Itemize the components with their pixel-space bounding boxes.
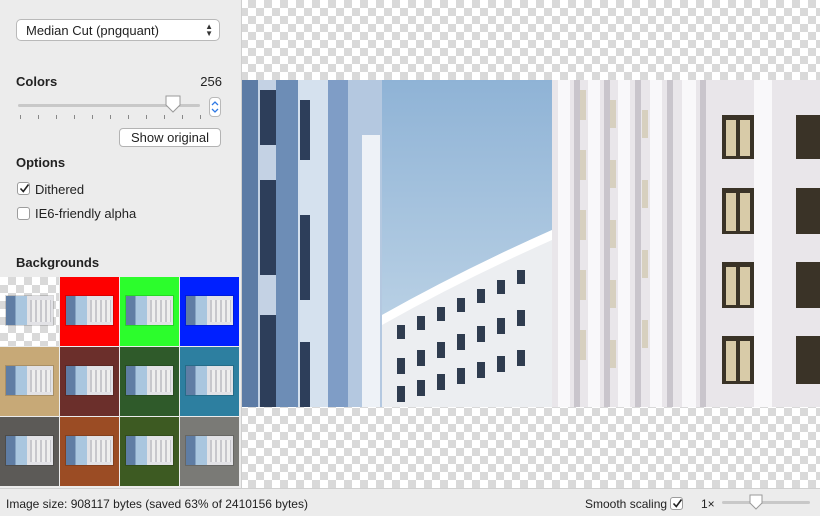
preview-thumbnail xyxy=(6,436,53,465)
colors-heading: Colors xyxy=(16,74,58,89)
preview-thumbnail xyxy=(66,436,113,465)
smooth-scaling-label: Smooth scaling xyxy=(585,497,668,511)
background-swatch-maroon-texture[interactable] xyxy=(60,347,119,416)
background-swatch-gray-pattern[interactable] xyxy=(180,417,239,486)
algorithm-select[interactable]: Median Cut (pngquant) ▲ ▼ xyxy=(16,19,220,41)
colors-slider-knob[interactable] xyxy=(165,95,181,113)
preview-thumbnail xyxy=(126,366,173,395)
background-swatch-checkerboard[interactable] xyxy=(0,277,59,346)
preview-thumbnail xyxy=(186,366,233,395)
image-size-text: Image size: 908117 bytes (saved 63% of 2… xyxy=(6,497,308,511)
ie6-alpha-label: IE6-friendly alpha xyxy=(35,206,137,221)
backgrounds-grid xyxy=(0,277,241,488)
checkmark-icon xyxy=(672,499,683,508)
preview-thumbnail xyxy=(66,366,113,395)
colors-value: 256 xyxy=(200,74,222,89)
preview-thumbnail xyxy=(126,436,173,465)
checkmark-icon xyxy=(19,184,30,193)
zoom-slider-track[interactable] xyxy=(722,501,810,504)
smooth-scaling-checkbox[interactable] xyxy=(670,497,683,510)
colors-stepper[interactable] xyxy=(209,97,221,117)
options-heading: Options xyxy=(16,155,66,170)
preview-thumbnail xyxy=(186,436,233,465)
preview-image xyxy=(242,80,820,407)
preview-thumbnail xyxy=(186,296,233,325)
ie6-alpha-checkbox[interactable] xyxy=(17,207,30,220)
background-swatch-grass[interactable] xyxy=(120,417,179,486)
background-swatch-red[interactable] xyxy=(60,277,119,346)
backgrounds-heading: Backgrounds xyxy=(16,255,100,270)
preview-thumbnail xyxy=(6,296,53,325)
chevron-updown-icon: ▲ ▼ xyxy=(205,22,213,38)
preview-thumbnail xyxy=(6,366,53,395)
background-swatch-rust[interactable] xyxy=(60,417,119,486)
preview-thumbnail xyxy=(126,296,173,325)
background-swatch-foliage[interactable] xyxy=(120,347,179,416)
preview-thumbnail xyxy=(66,296,113,325)
algorithm-select-value: Median Cut (pngquant) xyxy=(26,23,159,38)
dithered-checkbox[interactable] xyxy=(17,182,30,195)
background-swatch-sand[interactable] xyxy=(0,347,59,416)
background-swatch-green[interactable] xyxy=(120,277,179,346)
zoom-slider-knob[interactable] xyxy=(749,494,763,510)
dithered-label: Dithered xyxy=(35,182,85,197)
show-original-button[interactable]: Show original xyxy=(119,128,221,147)
background-swatch-stones[interactable] xyxy=(0,417,59,486)
zoom-label: 1× xyxy=(701,497,715,511)
status-bar: Image size: 908117 bytes (saved 63% of 2… xyxy=(0,488,820,516)
background-swatch-blue[interactable] xyxy=(180,277,239,346)
settings-sidebar: Median Cut (pngquant) ▲ ▼ Colors 256 Show… xyxy=(0,0,242,488)
background-swatch-water[interactable] xyxy=(180,347,239,416)
